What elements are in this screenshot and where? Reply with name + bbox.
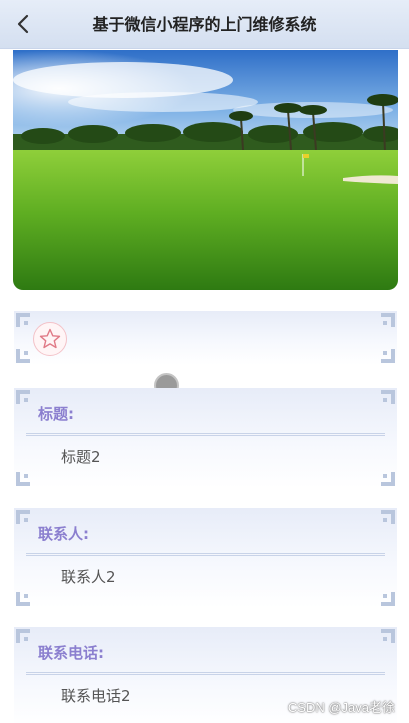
nav-bar: 基于微信小程序的上门维修系统 (0, 0, 409, 49)
corner-decoration (381, 592, 395, 606)
corner-decoration (381, 349, 395, 363)
field-value: 联系人2 (61, 568, 116, 586)
corner-decoration (16, 629, 30, 643)
field-value: 标题2 (61, 448, 101, 466)
field-label: 联系电话: (38, 644, 104, 662)
field-label: 联系人: (38, 525, 89, 543)
back-button[interactable] (10, 10, 38, 38)
golf-course-image (13, 50, 398, 290)
field-value: 联系电话2 (61, 687, 131, 705)
favorite-card (14, 311, 397, 365)
chevron-left-icon (17, 14, 29, 34)
corner-decoration (16, 313, 30, 327)
divider (26, 553, 385, 556)
watermark: CSDN @Java老徐 (287, 700, 395, 715)
corner-decoration (16, 592, 30, 606)
corner-decoration (16, 472, 30, 486)
field-card-title: 标题: 标题2 (14, 388, 397, 488)
corner-decoration (381, 390, 395, 404)
divider (26, 433, 385, 436)
field-card-contact: 联系人: 联系人2 (14, 508, 397, 608)
star-outline-icon (39, 328, 61, 349)
corner-decoration (381, 629, 395, 643)
page-title: 基于微信小程序的上门维修系统 (92, 15, 317, 34)
corner-decoration (16, 510, 30, 524)
corner-decoration (16, 390, 30, 404)
field-label: 标题: (38, 405, 74, 423)
corner-decoration (381, 472, 395, 486)
corner-decoration (381, 510, 395, 524)
corner-decoration (381, 313, 395, 327)
divider (26, 672, 385, 675)
favorite-button[interactable] (33, 322, 67, 356)
corner-decoration (16, 349, 30, 363)
banner-image[interactable] (13, 50, 398, 290)
